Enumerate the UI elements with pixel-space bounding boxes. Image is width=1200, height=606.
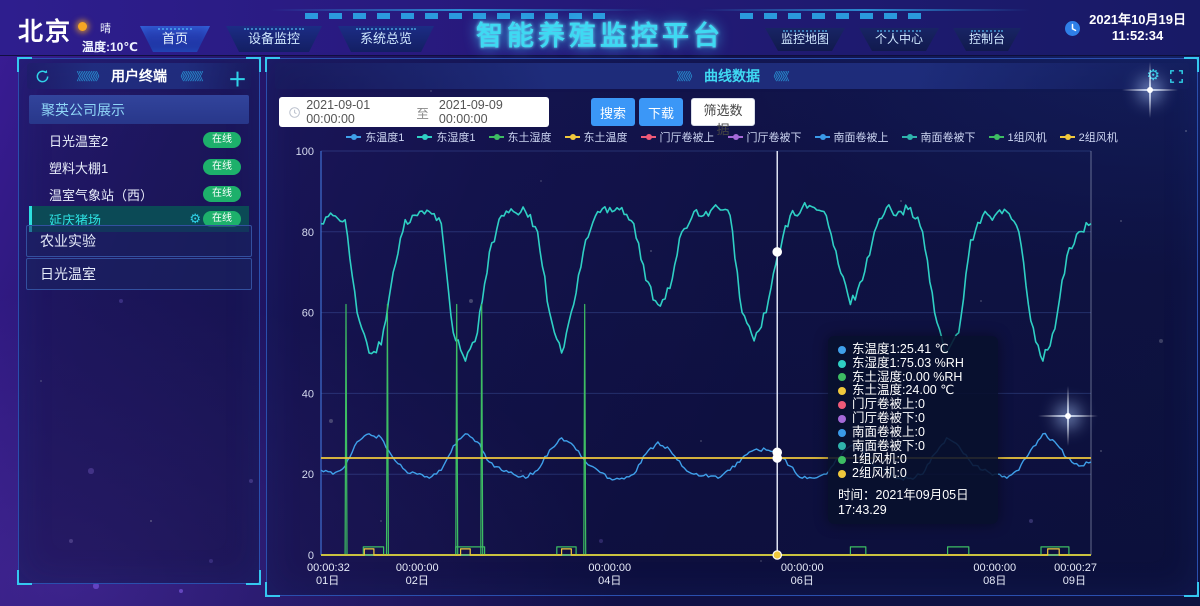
chevrons-left-decoration: 》》》》》》 — [77, 68, 104, 84]
panel-title: 曲线数据 — [704, 66, 760, 86]
panel-settings-icon[interactable]: ⚙ — [1147, 68, 1160, 84]
sidebar-item-weather-station[interactable]: 温室气象站（西） 在线 — [29, 181, 249, 207]
x-tick-day-label: 01日 — [316, 575, 339, 587]
top-header: 北京 晴 温度:10℃ 首页 设备监控 系统总览 智能养殖监控平台 监控地图 个… — [0, 0, 1200, 56]
y-tick-label: 100 — [296, 146, 314, 158]
x-tick-day-label: 02日 — [406, 575, 429, 587]
series-东土湿度 — [321, 305, 1091, 556]
series-1组风机 — [321, 547, 1091, 555]
x-tick-day-label: 09日 — [1063, 575, 1086, 587]
sidebar-item-company[interactable]: 聚英公司展示 — [29, 95, 249, 124]
sidebar-title: 用户终端 — [111, 66, 167, 86]
corner-decoration — [17, 570, 32, 585]
nav-monitor-map[interactable]: 监控地图 — [765, 28, 845, 51]
y-tick-label: 0 — [308, 550, 314, 562]
nav-console[interactable]: 控制台 — [953, 28, 1021, 51]
sidebar-group-solar-greenhouse[interactable]: 日光温室 — [26, 258, 252, 290]
corner-decoration — [265, 582, 280, 597]
panel-header: 》》》》 曲线数据 《《《《 — [275, 63, 1189, 89]
legend-marker-icon — [565, 136, 580, 138]
user-terminal-panel: 》》》》》》 用户终端 《《《《《《 ＋ 聚英公司展示 日光温室2 在线 塑料大… — [18, 58, 260, 584]
x-tick-time-label: 00:00:00 — [396, 562, 439, 574]
download-button[interactable]: 下载 — [639, 98, 683, 126]
y-tick-label: 20 — [302, 469, 314, 481]
x-tick-day-label: 04日 — [598, 575, 621, 587]
date-end-value: 2021-09-09 00:00:00 — [439, 98, 539, 126]
legend-marker-icon — [346, 136, 361, 138]
date-range-input[interactable]: 2021-09-01 00:00:00 至 2021-09-09 00:00:0… — [279, 97, 549, 127]
clock-icon — [1064, 20, 1081, 37]
online-status-badge: 在线 — [203, 132, 241, 148]
curve-chart[interactable]: 02040608010000:00:3201日00:00:0002日00:00:… — [287, 143, 1097, 595]
legend-marker-icon — [728, 136, 743, 138]
online-status-badge: 在线 — [203, 186, 241, 202]
header-circuit-line — [700, 9, 1030, 11]
x-tick-time-label: 00:00:00 — [588, 562, 631, 574]
nav-right: 监控地图 个人中心 控制台 — [765, 28, 1021, 51]
terminal-label: 日光温室2 — [49, 131, 108, 150]
x-tick-time-label: 00:00:00 — [973, 562, 1016, 574]
sidebar-item-greenhouse2[interactable]: 日光温室2 在线 — [29, 127, 249, 153]
terminal-label: 温室气象站（西） — [49, 185, 153, 204]
x-tick-time-label: 00:00:00 — [781, 562, 824, 574]
legend-marker-icon — [417, 136, 432, 138]
x-tick-day-label: 06日 — [791, 575, 814, 587]
clock-icon — [289, 106, 300, 119]
crosshair-dot — [773, 248, 781, 256]
series-东温度1 — [321, 434, 1091, 481]
online-status-badge: 在线 — [203, 159, 241, 175]
legend-marker-icon — [902, 136, 917, 138]
x-tick-day-label: 08日 — [983, 575, 1006, 587]
sidebar-item-plastic-shed1[interactable]: 塑料大棚1 在线 — [29, 154, 249, 180]
legend-marker-icon — [815, 136, 830, 138]
crosshair-dot — [773, 454, 781, 462]
legend-marker-icon — [989, 136, 1004, 138]
sidebar-group-agriculture-experiment[interactable]: 农业实验 — [26, 225, 252, 257]
filter-data-button[interactable]: 筛选数据 — [691, 98, 755, 126]
crosshair-dot — [773, 551, 781, 559]
date-separator: 至 — [416, 103, 429, 122]
legend-marker-icon — [641, 136, 656, 138]
add-terminal-button[interactable]: ＋ — [228, 65, 247, 92]
legend-marker-icon — [1060, 136, 1075, 138]
x-tick-time-label: 00:00:32 — [307, 562, 350, 574]
nav-personal-center[interactable]: 个人中心 — [859, 28, 939, 51]
chevrons-right-decoration: 《《《《 — [768, 68, 788, 84]
fullscreen-icon[interactable] — [1170, 70, 1183, 83]
y-tick-label: 40 — [302, 388, 314, 400]
sidebar-header: 》》》》》》 用户终端 《《《《《《 — [27, 63, 251, 89]
curve-data-panel: 》》》》 曲线数据 《《《《 ⚙ 2021-09-01 00:00:00 至 2… — [266, 58, 1198, 596]
series-东湿度1 — [321, 203, 1091, 361]
y-tick-label: 60 — [302, 308, 314, 320]
legend-marker-icon — [489, 136, 504, 138]
chevrons-left-decoration: 》》》》 — [677, 68, 697, 84]
chevrons-right-decoration: 《《《《《《 — [175, 68, 202, 84]
datetime-block: 2021年10月19日 11:52:34 — [1064, 12, 1186, 44]
y-tick-label: 80 — [302, 227, 314, 239]
header-circuit-line — [270, 9, 650, 11]
refresh-icon[interactable] — [33, 68, 52, 87]
search-button[interactable]: 搜索 — [591, 98, 635, 126]
current-time: 11:52:34 — [1089, 28, 1186, 44]
terminal-label: 塑料大棚1 — [49, 158, 108, 177]
current-date: 2021年10月19日 — [1089, 12, 1186, 28]
corner-decoration — [1184, 582, 1199, 597]
date-start-value: 2021-09-01 00:00:00 — [306, 98, 406, 126]
x-tick-time-label: 00:00:27 — [1054, 562, 1097, 574]
corner-decoration — [246, 570, 261, 585]
